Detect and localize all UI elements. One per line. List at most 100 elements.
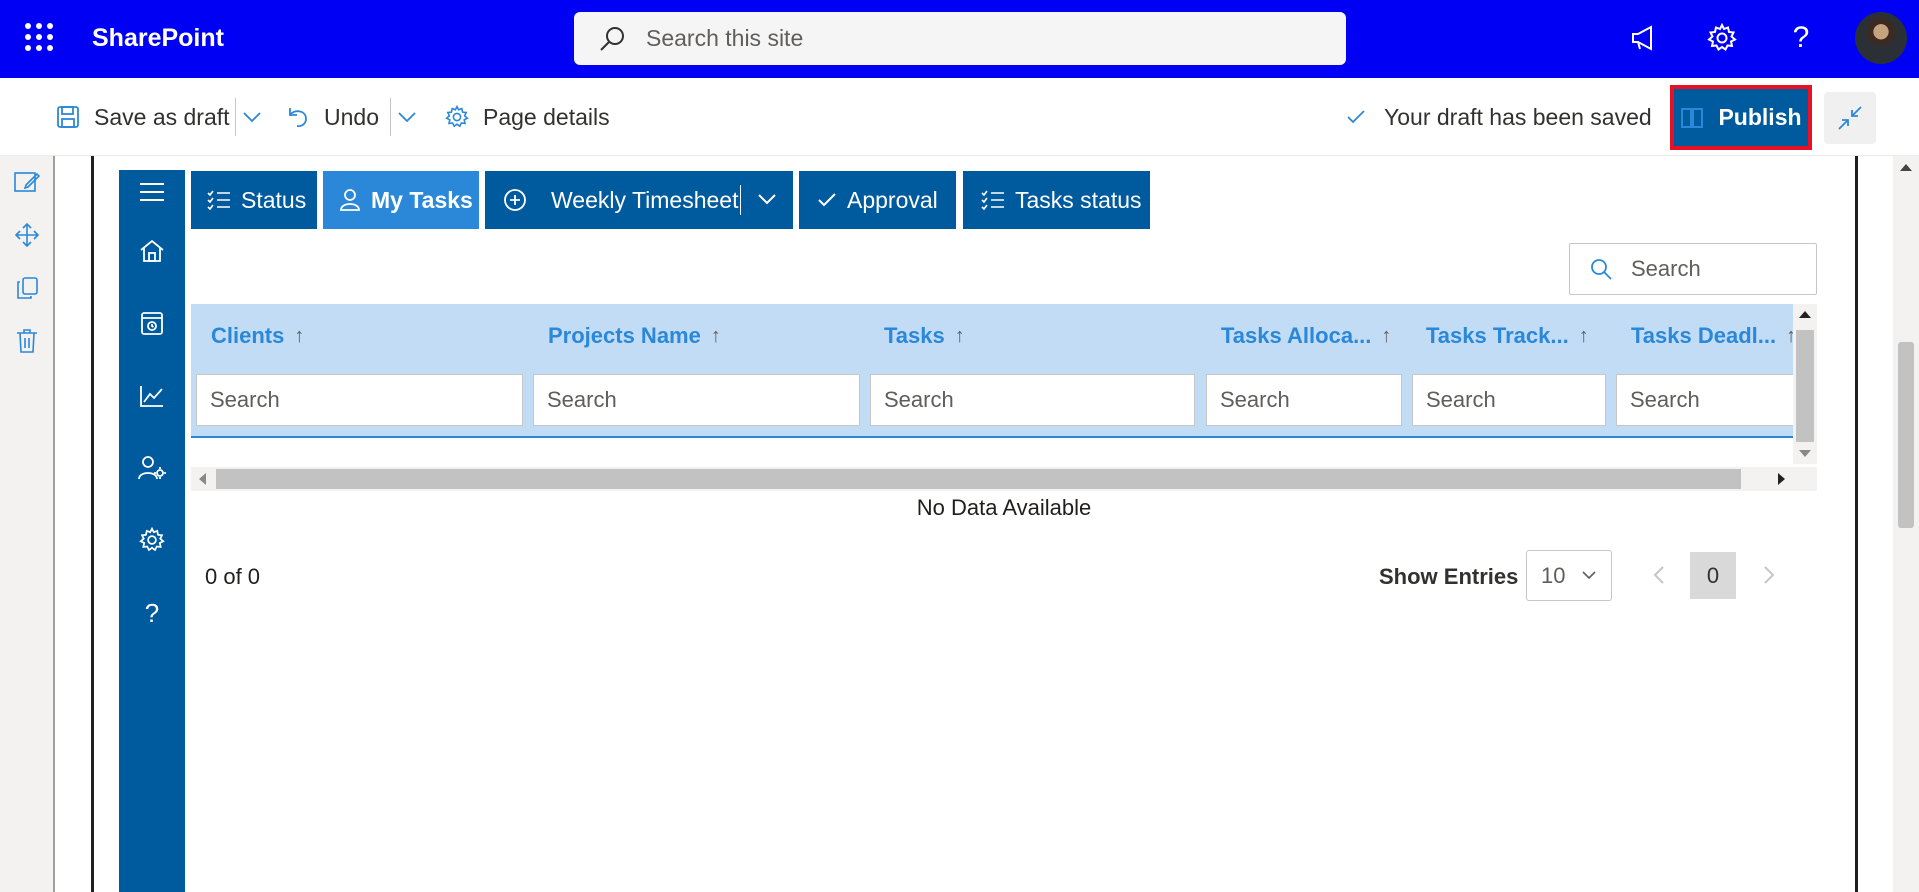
show-entries-label: Show Entries <box>1379 564 1519 589</box>
suite-bar: SharePoint Search this site ? <box>0 0 1919 78</box>
search-icon <box>1570 257 1631 281</box>
edit-webpart-icon[interactable] <box>13 168 41 196</box>
add-circle-icon <box>503 188 537 212</box>
filter-tasks-allocated-input[interactable]: Search <box>1206 374 1402 426</box>
tab-approval[interactable]: Approval <box>799 171 956 229</box>
publish-button[interactable]: Publish <box>1674 89 1808 146</box>
page-scrollbar[interactable] <box>1893 156 1919 892</box>
timesheet-icon[interactable] <box>137 308 167 338</box>
column-header-tasks-allocated[interactable]: Tasks Alloca... ↑ <box>1221 323 1391 349</box>
home-icon[interactable] <box>137 236 167 266</box>
scroll-down-arrow-icon[interactable] <box>1799 450 1811 457</box>
avatar[interactable] <box>1855 12 1907 64</box>
chevron-left-icon <box>1653 565 1665 585</box>
edit-rail <box>0 156 55 892</box>
tab-status[interactable]: Status <box>191 171 317 229</box>
analytics-chart-icon[interactable] <box>137 381 167 411</box>
sort-arrow-icon: ↑ <box>1578 324 1589 347</box>
grid-search-input[interactable]: Search <box>1569 243 1817 295</box>
entries-per-page-select[interactable]: 10 <box>1526 550 1612 601</box>
help-icon[interactable]: ? <box>1782 19 1820 57</box>
column-header-tasks[interactable]: Tasks ↑ <box>884 323 965 349</box>
filter-clients-input[interactable]: Search <box>196 374 523 426</box>
table-vertical-scrollbar-thumb[interactable] <box>1796 330 1814 442</box>
chevron-right-icon <box>1763 565 1775 585</box>
help-question-icon[interactable]: ? <box>137 598 167 628</box>
page-scrollbar-thumb[interactable] <box>1898 342 1914 528</box>
column-label: Clients <box>211 323 285 348</box>
column-label: Tasks <box>884 323 945 348</box>
column-label: Tasks Track... <box>1426 323 1569 348</box>
sort-arrow-icon: ↑ <box>954 324 965 347</box>
scroll-right-arrow-icon[interactable] <box>1778 473 1785 485</box>
settings-gear-icon[interactable] <box>1703 19 1741 57</box>
sort-arrow-icon: ↑ <box>710 324 721 347</box>
user-settings-icon[interactable] <box>137 453 167 483</box>
table-horizontal-scrollbar-thumb[interactable] <box>216 469 1741 489</box>
move-icon[interactable] <box>13 221 41 249</box>
column-header-projects-name[interactable]: Projects Name ↑ <box>548 323 721 349</box>
scroll-left-arrow-icon[interactable] <box>199 473 206 485</box>
column-header-tasks-tracked[interactable]: Tasks Track... ↑ <box>1426 323 1589 349</box>
gear-icon <box>445 105 483 129</box>
save-options-chevron[interactable] <box>242 78 276 156</box>
filter-tasks-input[interactable]: Search <box>870 374 1195 426</box>
undo-options-chevron[interactable] <box>397 78 431 156</box>
collapse-arrows-icon <box>1837 105 1863 131</box>
tab-tasks-status[interactable]: Tasks status <box>963 171 1150 229</box>
divider <box>390 98 391 136</box>
table-header: Clients ↑ Projects Name ↑ Tasks ↑ Tasks All… <box>191 304 1793 438</box>
record-count: 0 of 0 <box>205 564 261 589</box>
filter-tasks-tracked-input[interactable]: Search <box>1412 374 1606 426</box>
tab-my-tasks[interactable]: My Tasks <box>323 171 479 229</box>
site-search-placeholder: Search this site <box>646 25 804 51</box>
chevron-down-icon[interactable] <box>757 193 787 205</box>
scroll-up-arrow-icon[interactable] <box>1900 164 1912 171</box>
site-brand[interactable]: SharePoint <box>92 24 224 53</box>
settings-icon[interactable] <box>137 525 167 555</box>
column-label: Projects Name <box>548 323 701 348</box>
checklist-icon <box>981 190 1015 210</box>
filter-tasks-deadline-input[interactable]: Search <box>1616 374 1793 426</box>
tab-approval-label: Approval <box>847 186 938 213</box>
collapse-button[interactable] <box>1824 92 1876 144</box>
previous-page-button[interactable] <box>1644 560 1674 590</box>
undo-button[interactable]: Undo <box>286 78 379 156</box>
grid-search-placeholder: Search <box>1631 256 1701 281</box>
sort-arrow-icon: ↑ <box>294 324 305 347</box>
canvas-left-border <box>91 156 94 892</box>
column-header-tasks-deadline[interactable]: Tasks Deadl... ↑ <box>1631 323 1793 349</box>
hamburger-menu-icon[interactable] <box>137 177 167 207</box>
divider <box>235 98 236 136</box>
publish-label: Publish <box>1718 104 1802 130</box>
duplicate-icon[interactable] <box>13 274 41 302</box>
draft-saved-status: Your draft has been saved <box>1346 78 1652 156</box>
page-details-button[interactable]: Page details <box>445 78 610 156</box>
save-as-draft-button[interactable]: Save as draft <box>56 78 230 156</box>
page-details-label: Page details <box>483 103 610 130</box>
table-horizontal-scrollbar[interactable] <box>191 467 1817 491</box>
checklist-icon <box>207 190 241 210</box>
checkmark-icon <box>1346 109 1384 125</box>
canvas-right-border <box>1855 156 1858 892</box>
entries-per-page-value: 10 <box>1541 562 1566 588</box>
undo-label: Undo <box>324 103 379 130</box>
undo-icon <box>286 105 324 129</box>
next-page-button[interactable] <box>1754 560 1784 590</box>
chevron-down-icon <box>397 111 431 123</box>
sort-arrow-icon: ↑ <box>1786 325 1793 348</box>
tab-weekly-timesheet[interactable]: Weekly Timesheet <box>485 171 793 229</box>
filter-projects-name-input[interactable]: Search <box>533 374 860 426</box>
page-number-button[interactable]: 0 <box>1690 552 1736 599</box>
table-vertical-scrollbar[interactable] <box>1793 304 1817 464</box>
search-icon <box>598 25 626 53</box>
empty-table-message: No Data Available <box>916 495 1092 520</box>
megaphone-icon[interactable] <box>1625 19 1663 57</box>
site-search-box[interactable]: Search this site <box>574 12 1346 65</box>
app-launcher-icon[interactable] <box>24 22 54 52</box>
delete-icon[interactable] <box>13 327 41 355</box>
tab-tasks-status-label: Tasks status <box>1015 186 1142 213</box>
column-header-clients[interactable]: Clients ↑ <box>211 323 304 349</box>
app-side-nav: ? <box>119 170 185 892</box>
scroll-up-arrow-icon[interactable] <box>1799 311 1811 318</box>
